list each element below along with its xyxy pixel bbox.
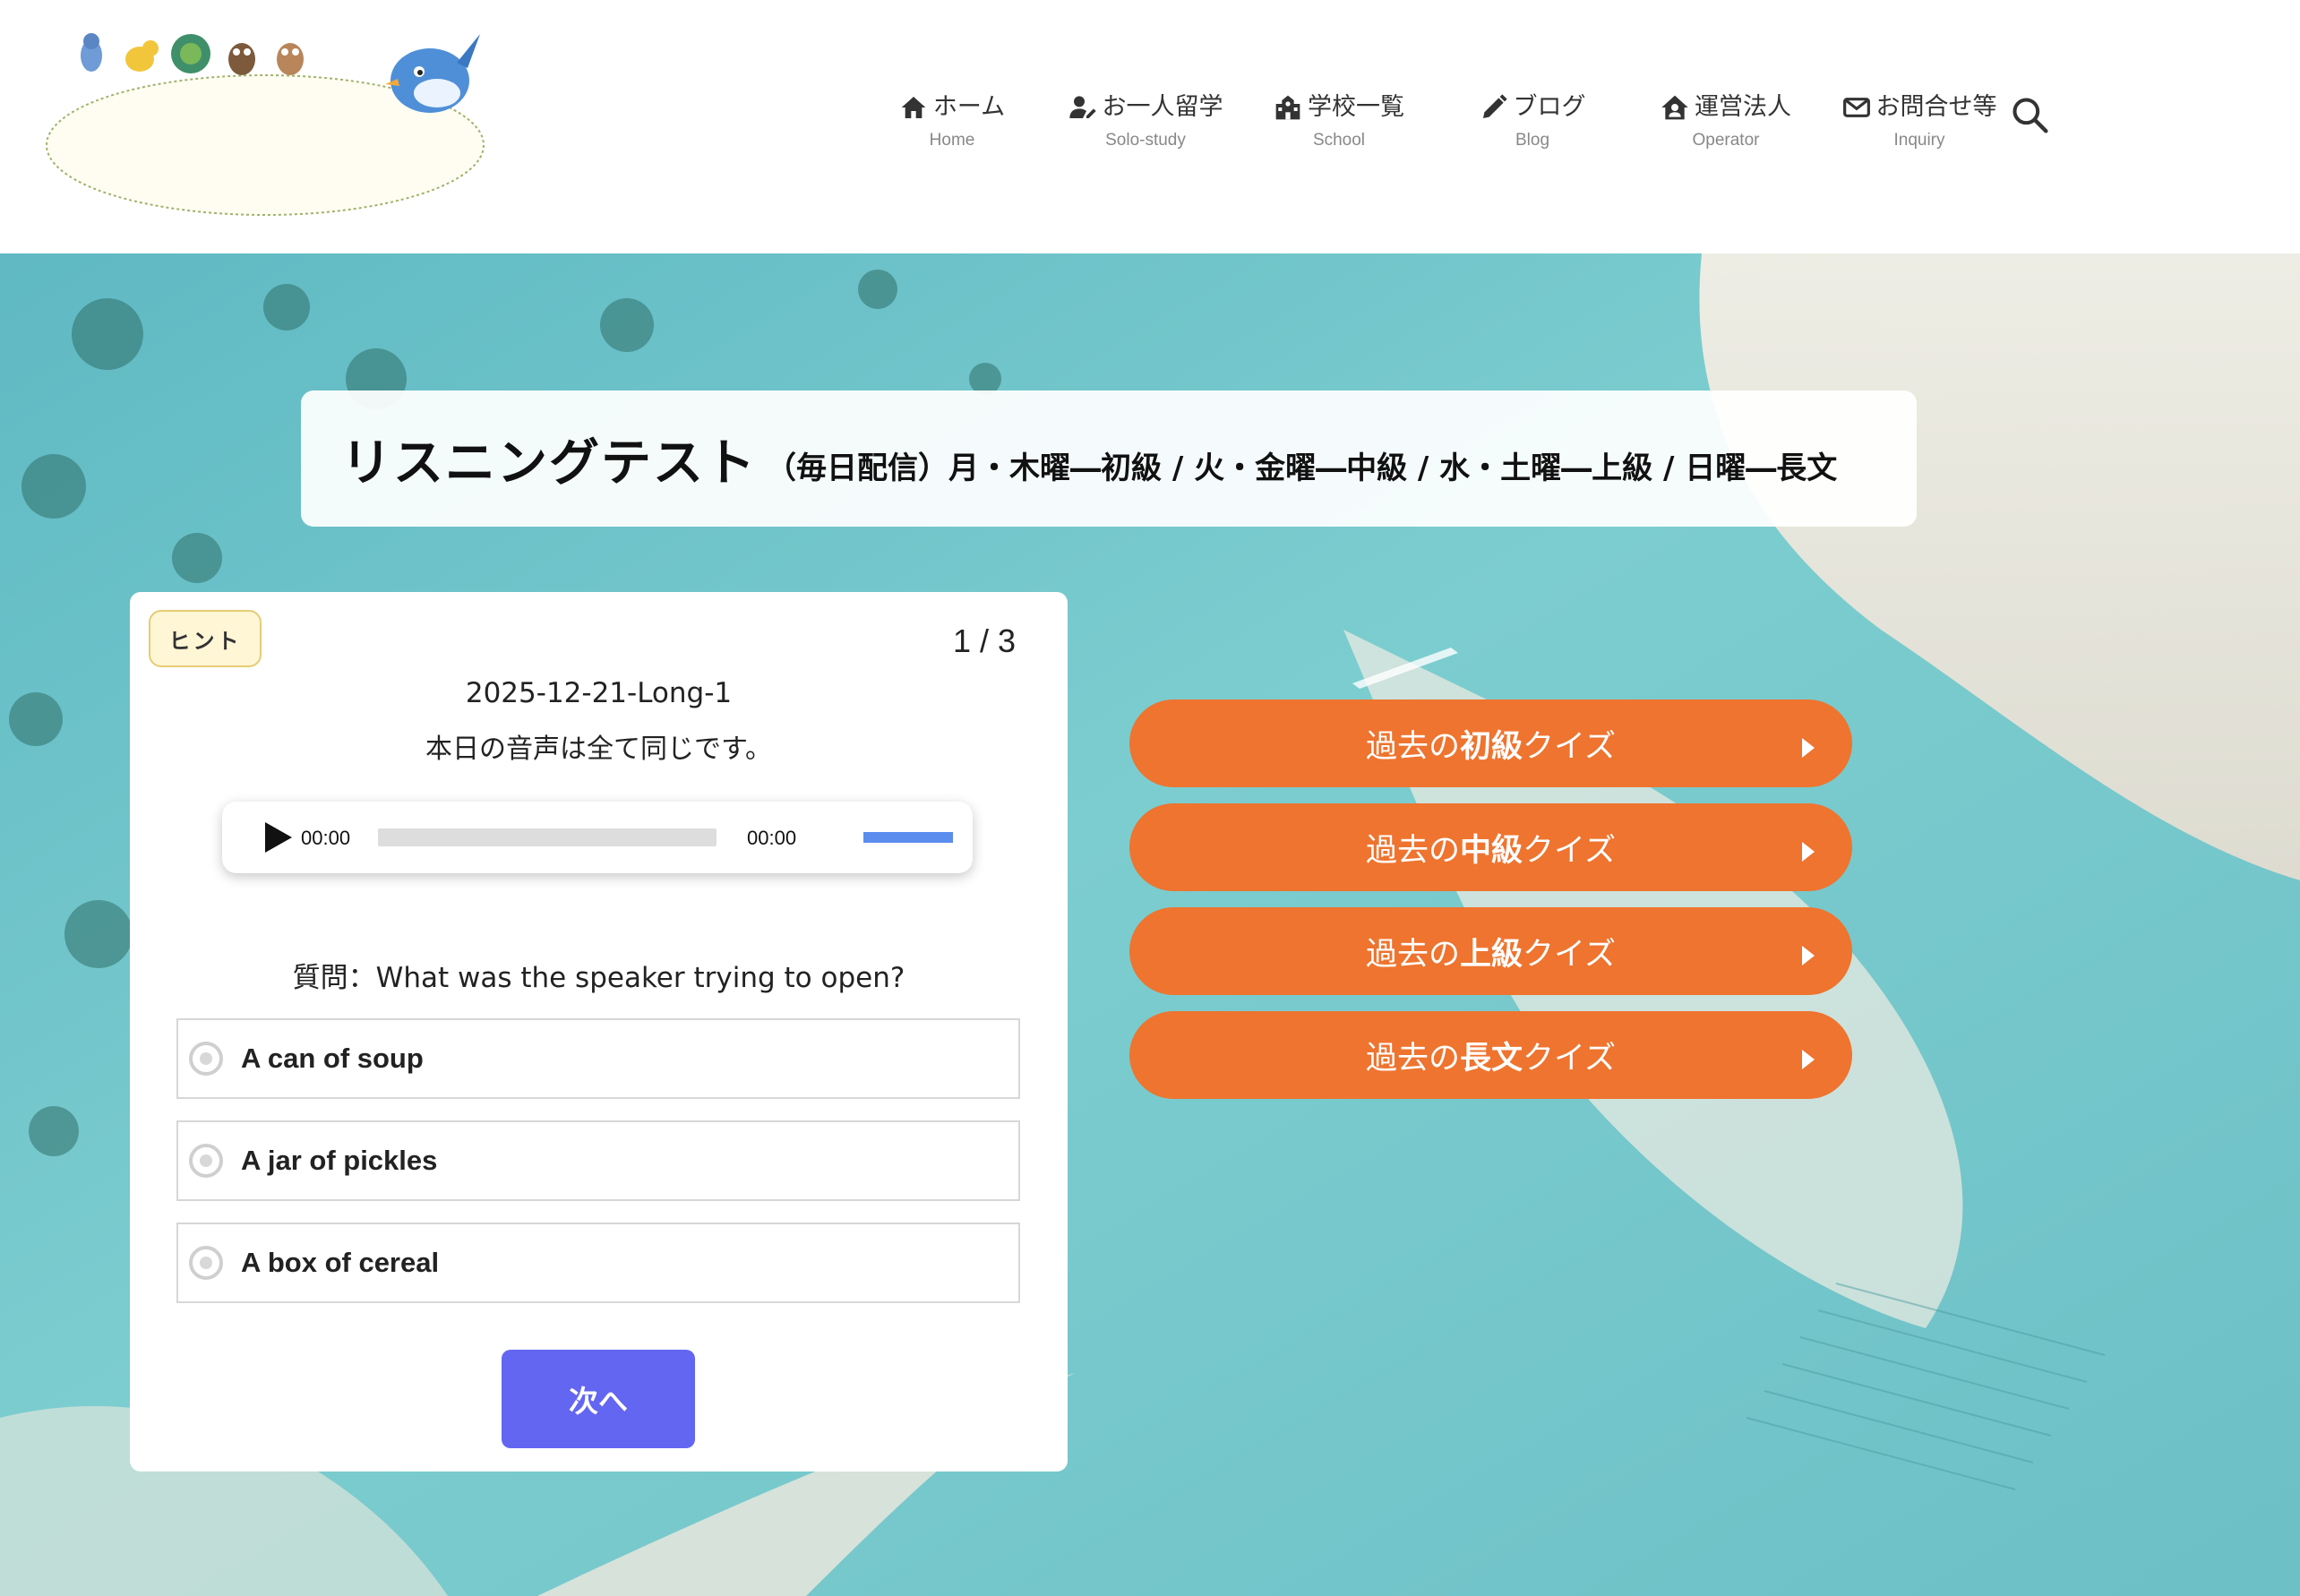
question-text: 質問：What was the speaker trying to open? (292, 962, 905, 994)
play-icon (265, 822, 292, 853)
house-icon (901, 97, 926, 118)
house-user-icon (1661, 95, 1688, 120)
site-header: ホーム Home お一人留学 Solo-study 学校一覧 School ブロ… (0, 0, 2300, 253)
nav-label-solo-study: お一人留学 (1102, 93, 1223, 121)
answer-option-label: A jar of pickles (241, 1145, 438, 1176)
logo-graphic (46, 33, 485, 216)
audio-current-time: 00:00 (301, 827, 351, 849)
nav-solo-row: お一人留学 (1068, 90, 1223, 125)
quiz-note: 本日の音声は全て同じです。 (425, 734, 772, 765)
nav-item-blog[interactable]: ブログ Blog (1436, 90, 1629, 150)
caret-right-icon (1800, 836, 1816, 862)
answer-option[interactable]: A can of soup (176, 1018, 1020, 1099)
bird-row-icon (81, 33, 304, 75)
school-icon (1275, 95, 1300, 120)
audio-duration: 00:00 (747, 827, 797, 849)
radio-button[interactable] (189, 1246, 223, 1280)
past-quiz-level: 初級 (1460, 728, 1523, 765)
past-quiz-suffix: クイズ (1523, 936, 1616, 973)
past-quiz-level: 上級 (1460, 936, 1523, 973)
past-quiz-suffix: クイズ (1523, 728, 1616, 765)
nav-label-blog: ブログ (1513, 93, 1586, 121)
search-icon (2012, 98, 2048, 133)
nav-item-solo-study[interactable]: お一人留学 Solo-study (1049, 90, 1242, 150)
envelope-icon (1842, 98, 1870, 117)
nav-sub-blog: Blog (1515, 131, 1550, 150)
audio-player: 00:00 00:00 (222, 802, 973, 873)
answer-options: A can of soup A jar of pickles A box of … (176, 1018, 1020, 1325)
past-quiz-suffix: クイズ (1523, 832, 1616, 869)
nav-sub-inquiry: Inquiry (1893, 131, 1945, 150)
nav-item-inquiry[interactable]: お問合せ等 Inquiry (1823, 90, 2016, 150)
past-quiz-level: 長文 (1460, 1040, 1523, 1077)
past-quiz-prefix: 過去の (1366, 936, 1461, 973)
nav-item-home[interactable]: ホーム Home (855, 90, 1049, 150)
volume-slider[interactable] (863, 832, 953, 843)
caret-right-icon (1800, 940, 1816, 965)
past-quiz-list: 過去の 初級 クイズ 過去の 中級 クイズ 過去の 上級 クイズ 過去の 長文 クイズ (1129, 699, 1852, 1115)
nav-label-home: ホーム (932, 93, 1006, 121)
answer-option[interactable]: A jar of pickles (176, 1120, 1020, 1201)
nav-operator-row: 運営法人 (1661, 90, 1791, 125)
page-title-banner: リスニングテスト （毎日配信）月・木曜―初級 / 火・金曜―中級 / 水・土曜―… (301, 390, 1917, 527)
nav-label-inquiry: お問合せ等 (1875, 93, 1997, 121)
nav-school-row: 学校一覧 (1274, 90, 1404, 125)
answer-option-label: A can of soup (241, 1043, 424, 1074)
nav-label-school: 学校一覧 (1308, 93, 1404, 121)
caret-right-icon (1800, 1043, 1816, 1069)
nav-sub-home: Home (929, 131, 975, 150)
past-quiz-prefix: 過去の (1366, 728, 1461, 765)
past-quiz-prefix: 過去の (1366, 832, 1461, 869)
audio-progress-bar[interactable] (378, 828, 717, 846)
page-subtitle: （毎日配信）月・木曜―初級 / 火・金曜―中級 / 水・土曜―上級 / 日曜―長… (766, 450, 1838, 486)
nav-blog-row: ブログ (1480, 90, 1586, 125)
pencil-icon (1482, 94, 1507, 118)
past-quiz-button-long[interactable]: 過去の 長文 クイズ (1129, 1011, 1852, 1099)
answer-option-label: A box of cereal (241, 1247, 440, 1278)
answer-option[interactable]: A box of cereal (176, 1223, 1020, 1303)
nav-sub-operator: Operator (1692, 131, 1760, 150)
nav-inquiry-row: お問合せ等 (1842, 90, 1997, 125)
search-button[interactable] (2010, 95, 2049, 134)
nav-home-row: ホーム (899, 90, 1005, 125)
site-logo[interactable] (43, 27, 491, 224)
play-button[interactable] (262, 820, 294, 854)
quiz-card: ヒント 1 / 3 2025-12-21-Long-1 本日の音声は全て同じです… (130, 592, 1068, 1472)
hint-button[interactable]: ヒント (149, 610, 262, 667)
volume-fill (863, 832, 953, 843)
past-quiz-button-beginner[interactable]: 過去の 初級 クイズ (1129, 699, 1852, 787)
past-quiz-level: 中級 (1460, 832, 1523, 869)
page-title: リスニングテスト (341, 433, 757, 493)
main-nav: ホーム Home お一人留学 Solo-study 学校一覧 School ブロ… (855, 90, 2016, 150)
caret-right-icon (1800, 732, 1816, 758)
user-edit-icon (1068, 96, 1096, 118)
radio-button[interactable] (189, 1144, 223, 1178)
radio-button[interactable] (189, 1042, 223, 1076)
next-button[interactable]: 次へ (502, 1350, 695, 1448)
past-quiz-button-intermediate[interactable]: 過去の 中級 クイズ (1129, 803, 1852, 891)
quiz-id: 2025-12-21-Long-1 (465, 677, 733, 709)
nav-item-school[interactable]: 学校一覧 School (1242, 90, 1436, 150)
nav-label-operator: 運営法人 (1695, 93, 1791, 121)
past-quiz-button-advanced[interactable]: 過去の 上級 クイズ (1129, 907, 1852, 995)
nav-item-operator[interactable]: 運営法人 Operator (1629, 90, 1823, 150)
nav-sub-solo-study: Solo-study (1105, 131, 1186, 150)
question-counter: 1 / 3 (952, 622, 1016, 659)
nav-sub-school: School (1312, 131, 1366, 150)
hero-section: リスニングテスト （毎日配信）月・木曜―初級 / 火・金曜―中級 / 水・土曜―… (0, 253, 2300, 1596)
past-quiz-suffix: クイズ (1523, 1040, 1616, 1077)
past-quiz-prefix: 過去の (1366, 1040, 1461, 1077)
